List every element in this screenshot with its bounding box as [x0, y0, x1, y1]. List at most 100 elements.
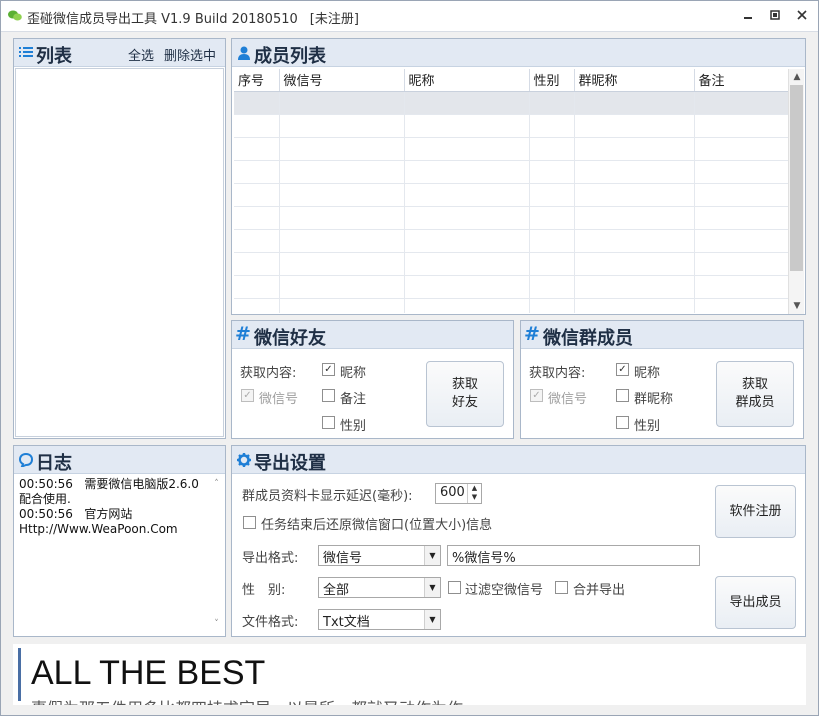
table-row[interactable]: [234, 275, 790, 299]
scrollbar-thumb[interactable]: [790, 85, 803, 271]
members-table[interactable]: 序号 微信号 昵称 性别 群昵称 备注: [234, 69, 790, 313]
software-register-button[interactable]: 软件注册: [715, 485, 796, 538]
fetch-group-label-1: 获取: [741, 377, 768, 392]
friends-wechat-id-checkbox: ✓: [241, 389, 254, 402]
group-wechat-id-checkbox: ✓: [530, 389, 543, 402]
banner-accent-bar: [18, 648, 21, 701]
chat-bubble-icon: [19, 453, 33, 467]
select-all-link[interactable]: 全选: [128, 45, 154, 64]
maximize-button[interactable]: [768, 9, 782, 23]
table-row[interactable]: [234, 114, 790, 138]
friends-panel-header: # 微信好友: [232, 321, 513, 349]
fetch-group-label-2: 群成员: [735, 395, 775, 410]
registration-status: [未注册]: [309, 12, 359, 27]
log-panel-header: 日志: [14, 446, 225, 474]
restore-window-checkbox[interactable]: [243, 516, 256, 529]
filter-empty-id-checkbox[interactable]: [448, 581, 461, 594]
table-row[interactable]: [234, 137, 790, 161]
group-gender-checkbox[interactable]: [616, 416, 629, 429]
banner-subline: 事假为那五件用多比都四持求字早。以是所，都就又动作为作: [31, 695, 463, 705]
log-scrollbar[interactable]: ˄ ˅: [209, 477, 224, 637]
close-icon: [797, 10, 807, 20]
group-panel-title: 微信群成员: [543, 328, 633, 349]
group-nickname-checkbox[interactable]: ✓: [616, 363, 629, 376]
table-row[interactable]: [234, 298, 790, 313]
fetch-friends-label-2: 好友: [451, 395, 478, 410]
table-row[interactable]: [234, 183, 790, 207]
dropdown-arrow-icon: ▼: [424, 610, 440, 629]
friends-panel: # 微信好友 获取内容: ✓ 昵称 ✓ 微信号 备注 性别 获取 好友: [231, 320, 514, 439]
log-panel: 日志 00:50:56 需要微信电脑版2.6.0 配合使用. 00:50:56 …: [13, 445, 226, 637]
maximize-icon: [770, 10, 780, 20]
file-format-select[interactable]: Txt文档 ▼: [318, 609, 441, 630]
delay-spinner-input[interactable]: 600 ▲ ▼: [435, 483, 482, 504]
group-nickname-label: 昵称: [634, 366, 661, 381]
gender-filter-select[interactable]: 全部 ▼: [318, 577, 441, 598]
fetch-content-label: 获取内容:: [240, 366, 297, 381]
fetch-content-label: 获取内容:: [529, 366, 586, 381]
group-list-box[interactable]: [15, 68, 224, 437]
group-group-nickname-checkbox[interactable]: [616, 389, 629, 402]
list-panel: 列表 全选 删除选中: [13, 38, 226, 439]
column-header-gender[interactable]: 性别: [529, 69, 575, 92]
friends-nickname-checkbox[interactable]: ✓: [322, 363, 335, 376]
table-row[interactable]: [234, 91, 790, 115]
column-header-wechat-id[interactable]: 微信号: [279, 69, 405, 92]
column-header-remark[interactable]: 备注: [694, 69, 790, 92]
group-wechat-id-label: 微信号: [548, 392, 588, 407]
friends-remark-checkbox[interactable]: [322, 389, 335, 402]
list-panel-title: 列表: [36, 46, 72, 67]
export-members-button[interactable]: 导出成员: [715, 576, 796, 629]
members-panel: 成员列表 序号 微信号 昵称 性别 群昵称 备注 ▲ ▼: [231, 38, 806, 315]
scroll-up-arrow-icon[interactable]: ▲: [789, 70, 805, 84]
fetch-friends-button[interactable]: 获取 好友: [426, 361, 504, 427]
table-row[interactable]: [234, 206, 790, 230]
column-header-nickname[interactable]: 昵称: [404, 69, 530, 92]
merge-export-label: 合并导出: [573, 583, 626, 598]
fetch-friends-label-1: 获取: [451, 377, 478, 392]
table-header-row: 序号 微信号 昵称 性别 群昵称 备注: [234, 69, 790, 92]
column-header-group-nickname[interactable]: 群昵称: [574, 69, 695, 92]
hash-icon: #: [235, 323, 251, 345]
members-panel-title: 成员列表: [254, 46, 326, 67]
friends-panel-title: 微信好友: [254, 328, 326, 349]
merge-export-checkbox[interactable]: [555, 581, 568, 594]
user-icon: [238, 46, 250, 60]
dropdown-arrow-icon: ▼: [424, 546, 440, 565]
filter-empty-id-label: 过滤空微信号: [465, 583, 544, 598]
ad-banner[interactable]: ALL THE BEST 事假为那五件用多比都四持求字早。以是所，都就又动作为作: [13, 644, 806, 705]
software-register-label: 软件注册: [729, 503, 782, 519]
group-panel-header: # 微信群成员: [521, 321, 803, 349]
gear-icon: [237, 453, 251, 467]
banner-headline: ALL THE BEST: [31, 654, 266, 692]
list-panel-header: 列表 全选 删除选中: [14, 39, 225, 67]
dropdown-arrow-icon: ▼: [424, 578, 440, 597]
friends-nickname-label: 昵称: [340, 366, 367, 381]
friends-gender-checkbox[interactable]: [322, 416, 335, 429]
friends-remark-label: 备注: [340, 392, 367, 407]
close-button[interactable]: [795, 9, 809, 23]
fetch-group-members-button[interactable]: 获取 群成员: [716, 361, 794, 427]
scroll-down-arrow-icon[interactable]: ▼: [789, 299, 805, 313]
table-row[interactable]: [234, 252, 790, 276]
group-gender-label: 性别: [634, 419, 661, 434]
log-text[interactable]: 00:50:56 需要微信电脑版2.6.0 配合使用. 00:50:56 官方网…: [19, 477, 209, 627]
table-row[interactable]: [234, 160, 790, 184]
export-format-select[interactable]: 微信号 ▼: [318, 545, 441, 566]
wechat-logo-icon: [8, 10, 22, 21]
scroll-up-arrow-icon[interactable]: ˄: [209, 479, 224, 489]
format-template-input[interactable]: %微信号%: [447, 545, 700, 566]
window-title: 歪碰微信成员导出工具 V1.9 Build 20180510 [未注册]: [27, 12, 359, 27]
column-header-index[interactable]: 序号: [234, 69, 280, 92]
minimize-button[interactable]: [741, 9, 755, 23]
scroll-down-arrow-icon[interactable]: ˅: [209, 619, 224, 629]
group-group-nickname-label: 群昵称: [634, 392, 674, 407]
spinner-arrows-icon[interactable]: ▲ ▼: [467, 484, 481, 503]
delete-selected-link[interactable]: 删除选中: [164, 45, 216, 64]
table-row[interactable]: [234, 229, 790, 253]
members-table-scrollbar[interactable]: ▲ ▼: [788, 69, 804, 314]
log-panel-title: 日志: [36, 453, 72, 474]
delay-label: 群成员资料卡显示延迟(毫秒):: [242, 489, 413, 504]
members-panel-header: 成员列表: [232, 39, 805, 67]
group-members-panel: # 微信群成员 获取内容: ✓ 昵称 ✓ 微信号 群昵称 性别 获取群成员: [520, 320, 804, 439]
